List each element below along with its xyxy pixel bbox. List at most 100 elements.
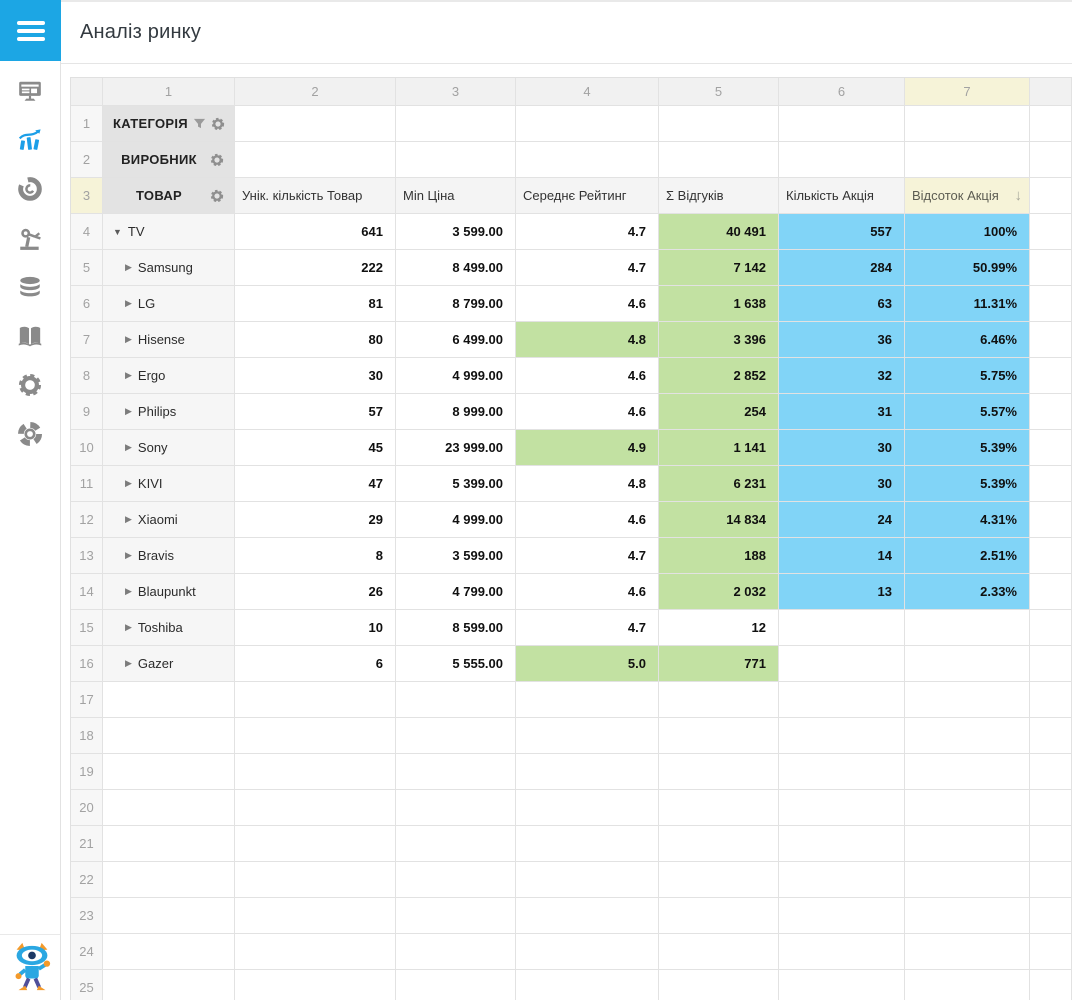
value-cell[interactable]: 4.7 bbox=[516, 538, 659, 574]
row-header-8[interactable]: 8 bbox=[71, 358, 103, 394]
value-cell[interactable]: 4 799.00 bbox=[396, 574, 516, 610]
empty-cell[interactable] bbox=[103, 862, 235, 898]
brand-label-cell[interactable]: ▶Blaupunkt bbox=[103, 574, 235, 610]
expand-icon[interactable]: ▶ bbox=[125, 478, 132, 489]
empty-cell[interactable] bbox=[779, 934, 905, 970]
value-cell[interactable]: 5.0 bbox=[516, 646, 659, 682]
value-cell[interactable] bbox=[779, 610, 905, 646]
empty-cell[interactable] bbox=[659, 754, 779, 790]
expand-icon[interactable]: ▶ bbox=[125, 586, 132, 597]
empty-cell[interactable] bbox=[516, 106, 659, 142]
value-cell[interactable]: 4.6 bbox=[516, 358, 659, 394]
brand-label-cell[interactable]: ▶Xiaomi bbox=[103, 502, 235, 538]
empty-cell[interactable] bbox=[659, 826, 779, 862]
value-cell[interactable]: 23 999.00 bbox=[396, 430, 516, 466]
sidebar-item-dashboards[interactable] bbox=[17, 78, 43, 104]
empty-cell[interactable] bbox=[1030, 214, 1072, 250]
expand-icon[interactable]: ▶ bbox=[125, 622, 132, 633]
value-cell[interactable]: 771 bbox=[659, 646, 779, 682]
empty-cell[interactable] bbox=[516, 862, 659, 898]
row-header-23[interactable]: 23 bbox=[71, 898, 103, 934]
expand-icon[interactable]: ▶ bbox=[125, 262, 132, 273]
empty-cell[interactable] bbox=[516, 718, 659, 754]
sidebar-item-docs[interactable] bbox=[17, 323, 43, 349]
empty-cell[interactable] bbox=[1030, 250, 1072, 286]
value-cell[interactable]: 6.46% bbox=[905, 322, 1030, 358]
empty-cell[interactable] bbox=[103, 970, 235, 1000]
value-cell[interactable]: 641 bbox=[235, 214, 396, 250]
empty-cell[interactable] bbox=[1030, 574, 1072, 610]
expand-icon[interactable]: ▶ bbox=[125, 334, 132, 345]
brand-label-cell[interactable]: ▶Samsung bbox=[103, 250, 235, 286]
sidebar-item-automation[interactable] bbox=[17, 225, 43, 251]
empty-cell[interactable] bbox=[779, 970, 905, 1000]
empty-cell[interactable] bbox=[1030, 898, 1072, 934]
value-cell[interactable]: 2 852 bbox=[659, 358, 779, 394]
measure-header-cell[interactable]: Min Ціна bbox=[396, 178, 516, 214]
empty-cell[interactable] bbox=[396, 754, 516, 790]
column-header-2[interactable]: 2 bbox=[235, 78, 396, 106]
brand-label-cell[interactable]: ▶Ergo bbox=[103, 358, 235, 394]
column-header-6[interactable]: 6 bbox=[779, 78, 905, 106]
gear-icon[interactable] bbox=[210, 153, 224, 167]
empty-cell[interactable] bbox=[235, 970, 396, 1000]
empty-cell[interactable] bbox=[779, 718, 905, 754]
value-cell[interactable]: 8 bbox=[235, 538, 396, 574]
empty-cell[interactable] bbox=[1030, 538, 1072, 574]
empty-cell[interactable] bbox=[1030, 466, 1072, 502]
brand-label-cell[interactable]: ▶Sony bbox=[103, 430, 235, 466]
value-cell[interactable]: 32 bbox=[779, 358, 905, 394]
empty-cell[interactable] bbox=[659, 790, 779, 826]
empty-cell[interactable] bbox=[396, 898, 516, 934]
dimension-cell-виробник[interactable]: ВИРОБНИК bbox=[103, 142, 235, 178]
expand-icon[interactable]: ▶ bbox=[125, 442, 132, 453]
value-cell[interactable]: 5.75% bbox=[905, 358, 1030, 394]
value-cell[interactable]: 5.39% bbox=[905, 466, 1030, 502]
empty-cell[interactable] bbox=[1030, 106, 1072, 142]
empty-cell[interactable] bbox=[103, 934, 235, 970]
value-cell[interactable]: 4.6 bbox=[516, 394, 659, 430]
value-cell[interactable]: 222 bbox=[235, 250, 396, 286]
row-header-12[interactable]: 12 bbox=[71, 502, 103, 538]
row-header-20[interactable]: 20 bbox=[71, 790, 103, 826]
value-cell[interactable] bbox=[905, 610, 1030, 646]
empty-cell[interactable] bbox=[1030, 754, 1072, 790]
empty-cell[interactable] bbox=[235, 718, 396, 754]
row-header-16[interactable]: 16 bbox=[71, 646, 103, 682]
expand-icon[interactable]: ▶ bbox=[125, 550, 132, 561]
dimension-cell-категорія[interactable]: КАТЕГОРІЯ bbox=[103, 106, 235, 142]
sidebar-item-settings[interactable] bbox=[17, 372, 43, 398]
empty-cell[interactable] bbox=[516, 682, 659, 718]
row-header-4[interactable]: 4 bbox=[71, 214, 103, 250]
row-header-7[interactable]: 7 bbox=[71, 322, 103, 358]
empty-cell[interactable] bbox=[516, 790, 659, 826]
empty-cell[interactable] bbox=[1030, 610, 1072, 646]
value-cell[interactable]: 80 bbox=[235, 322, 396, 358]
empty-cell[interactable] bbox=[1030, 790, 1072, 826]
empty-cell[interactable] bbox=[1030, 718, 1072, 754]
empty-cell[interactable] bbox=[1030, 322, 1072, 358]
row-header-1[interactable]: 1 bbox=[71, 106, 103, 142]
value-cell[interactable]: 3 599.00 bbox=[396, 214, 516, 250]
corner-cell[interactable] bbox=[71, 78, 103, 106]
value-cell[interactable]: 30 bbox=[235, 358, 396, 394]
empty-cell[interactable] bbox=[905, 754, 1030, 790]
gear-icon[interactable] bbox=[211, 117, 225, 131]
empty-cell[interactable] bbox=[905, 682, 1030, 718]
empty-cell[interactable] bbox=[779, 862, 905, 898]
row-header-22[interactable]: 22 bbox=[71, 862, 103, 898]
empty-cell[interactable] bbox=[396, 682, 516, 718]
value-cell[interactable]: 30 bbox=[779, 430, 905, 466]
column-header-1[interactable]: 1 bbox=[103, 78, 235, 106]
empty-cell[interactable] bbox=[659, 142, 779, 178]
empty-cell[interactable] bbox=[1030, 178, 1072, 214]
empty-cell[interactable] bbox=[1030, 430, 1072, 466]
value-cell[interactable]: 14 bbox=[779, 538, 905, 574]
empty-cell[interactable] bbox=[516, 142, 659, 178]
value-cell[interactable]: 4.7 bbox=[516, 610, 659, 646]
expand-icon[interactable]: ▶ bbox=[125, 514, 132, 525]
column-header-3[interactable]: 3 bbox=[396, 78, 516, 106]
expand-icon[interactable]: ▶ bbox=[125, 298, 132, 309]
value-cell[interactable]: 31 bbox=[779, 394, 905, 430]
empty-cell[interactable] bbox=[1030, 142, 1072, 178]
